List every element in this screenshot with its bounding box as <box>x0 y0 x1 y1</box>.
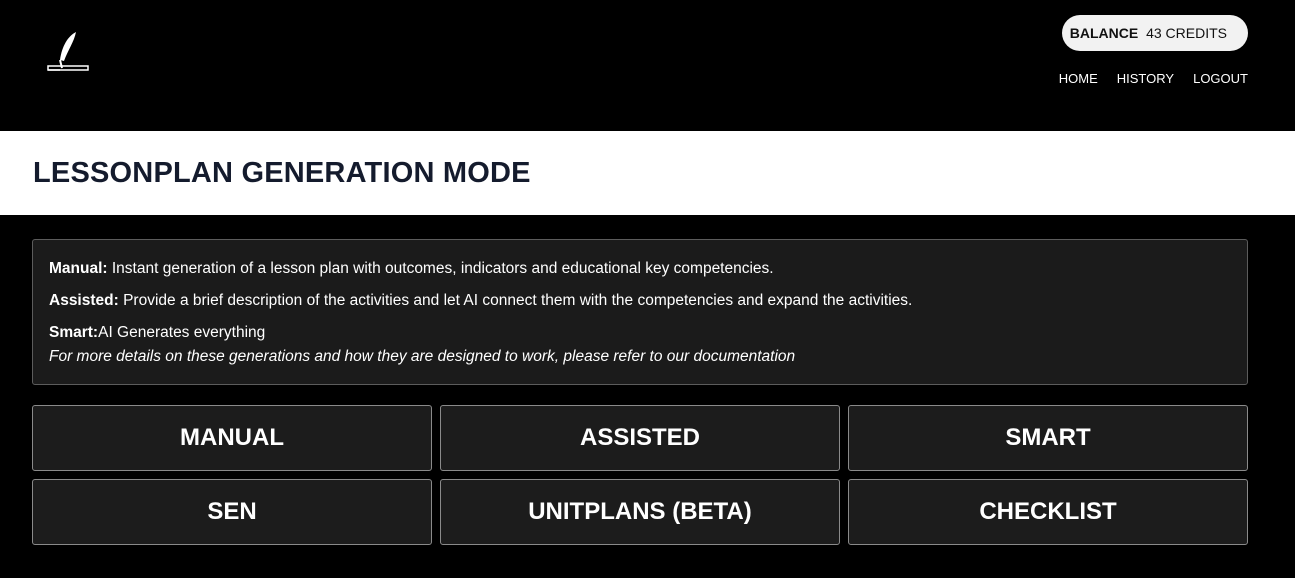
title-band: LESSONPLAN GENERATION MODE <box>0 131 1295 215</box>
nav-home-link[interactable]: HOME <box>1059 71 1098 86</box>
balance-value: 43 CREDITS <box>1146 25 1227 41</box>
checklist-mode-button[interactable]: CHECKLIST <box>848 479 1248 545</box>
manual-description-text: Instant generation of a lesson plan with… <box>107 260 774 277</box>
main-nav: HOME HISTORY LOGOUT <box>1059 71 1248 86</box>
quill-pen-icon[interactable] <box>46 30 92 74</box>
nav-logout-link[interactable]: LOGOUT <box>1193 71 1248 86</box>
top-bar: BALANCE 43 CREDITS HOME HISTORY LOGOUT <box>0 0 1295 131</box>
manual-description: Manual: Instant generation of a lesson p… <box>49 259 1231 279</box>
documentation-note: For more details on these generations an… <box>49 348 796 365</box>
balance-badge: BALANCE 43 CREDITS <box>1061 15 1248 51</box>
smart-mode-button[interactable]: SMART <box>848 405 1248 471</box>
manual-mode-button[interactable]: MANUAL <box>32 405 432 471</box>
assisted-description-text: Provide a brief description of the activ… <box>118 292 913 309</box>
smart-description-label: Smart: <box>49 324 99 341</box>
unitplans-mode-button[interactable]: UNITPLANS (BETA) <box>440 479 840 545</box>
manual-description-label: Manual: <box>49 260 108 277</box>
assisted-description: Assisted: Provide a brief description of… <box>49 291 1231 311</box>
nav-history-link[interactable]: HISTORY <box>1117 71 1174 86</box>
smart-description-text: AI Generates everything <box>98 324 266 341</box>
balance-label: BALANCE <box>1069 25 1139 41</box>
mode-description-panel: Manual: Instant generation of a lesson p… <box>32 239 1248 385</box>
page-title: LESSONPLAN GENERATION MODE <box>33 156 531 189</box>
assisted-description-label: Assisted: <box>49 292 119 309</box>
smart-description: Smart:AI Generates everything <box>49 323 1231 343</box>
sen-mode-button[interactable]: SEN <box>32 479 432 545</box>
mode-button-grid: MANUAL ASSISTED SMART SEN UNITPLANS (BET… <box>32 405 1248 545</box>
assisted-mode-button[interactable]: ASSISTED <box>440 405 840 471</box>
